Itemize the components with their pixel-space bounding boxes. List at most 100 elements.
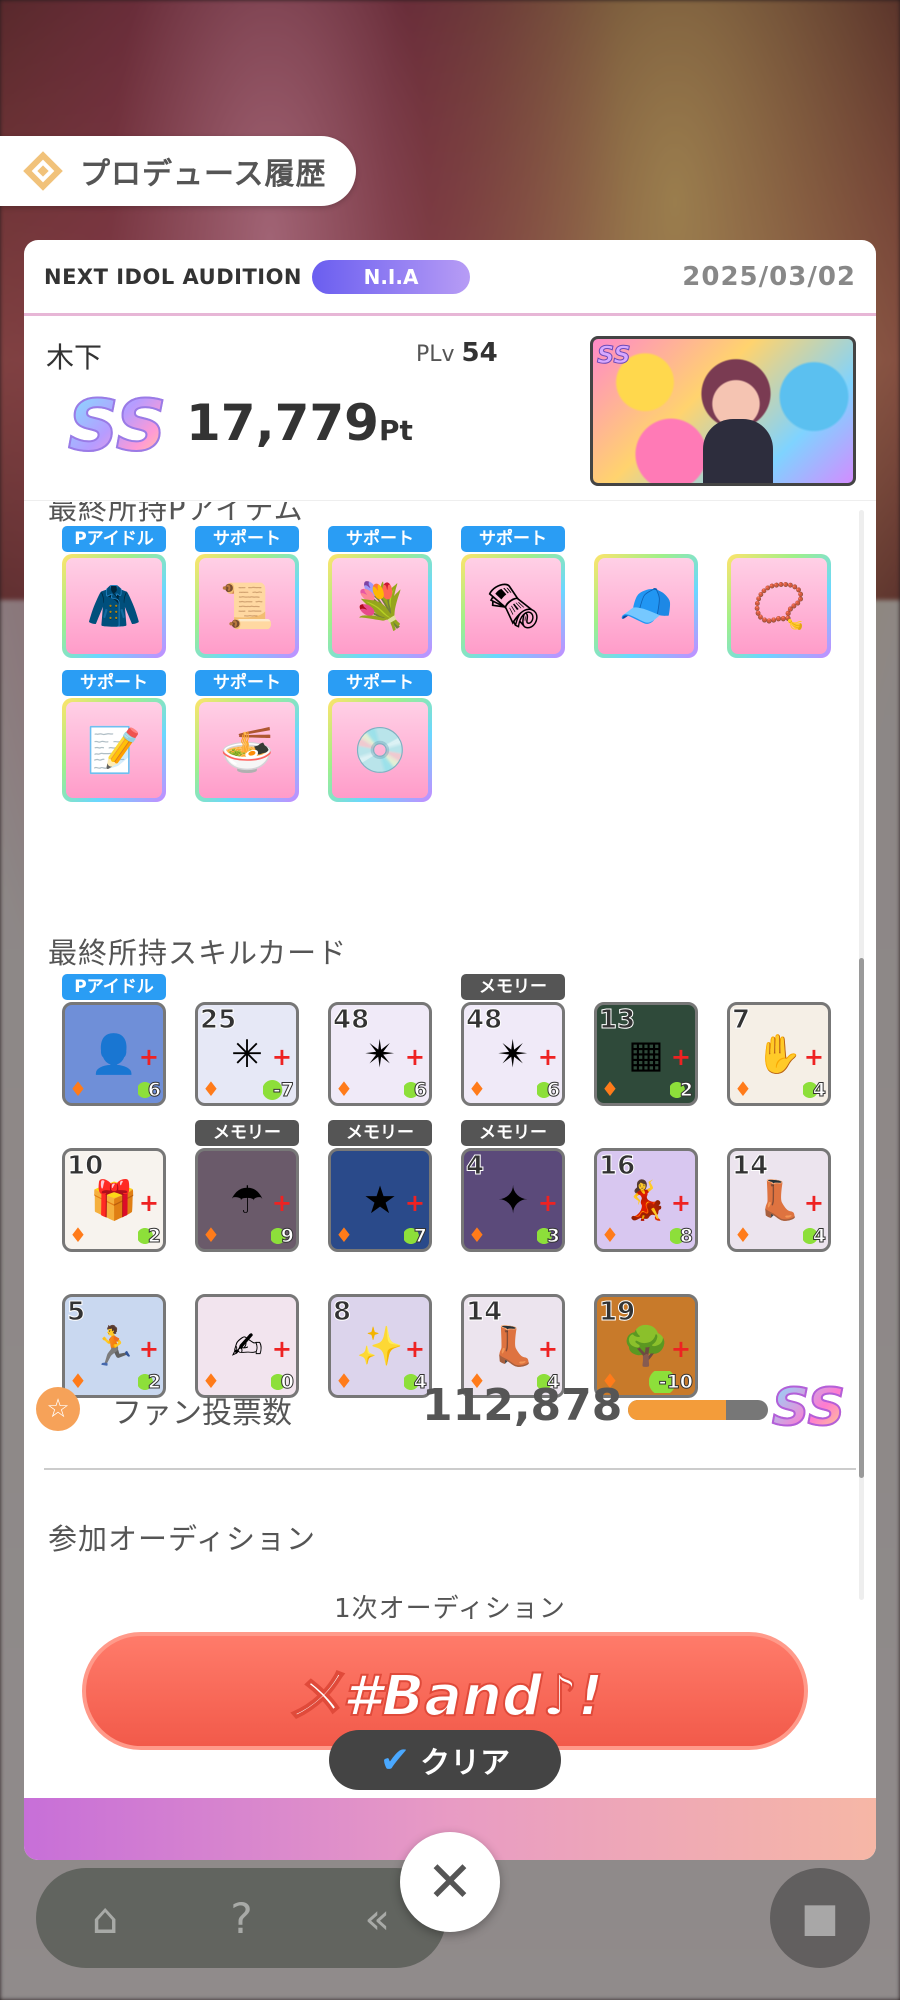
- scrollbar-thumb[interactable]: [859, 958, 864, 1478]
- skill-card-art: 👤: [90, 1031, 138, 1076]
- check-icon: ✔: [379, 1739, 411, 1781]
- enhanced-plus-icon: +: [670, 1043, 691, 1071]
- fan-votes-bar-fill: [628, 1400, 726, 1420]
- enhanced-plus-icon: +: [537, 1335, 558, 1363]
- fire-icon: ♦: [335, 1223, 353, 1247]
- skill-card-art: ✴: [364, 1032, 396, 1076]
- ramen-ticket-icon: 🍜: [199, 702, 295, 798]
- card-tag: メモリー: [195, 1120, 299, 1146]
- jacket-icon: 🧥: [66, 558, 162, 654]
- skill-card: ✴ 48 + ♦ 6: [328, 1002, 432, 1106]
- skill-card: ✳ 25 + ♦ -7: [195, 1002, 299, 1106]
- card-cost: 48: [465, 1005, 503, 1036]
- p-item-slot[interactable]: 🧢: [594, 554, 698, 658]
- item-frame: 📿: [727, 554, 831, 658]
- card-cost: 14: [465, 1297, 503, 1328]
- fan-votes-value: 112,878: [422, 1380, 623, 1431]
- p-item-slot[interactable]: サポート 🍜: [195, 670, 299, 802]
- skill-card-slot[interactable]: メモリー ★ + ♦ 7: [328, 1120, 432, 1252]
- card-cost: 14: [731, 1151, 769, 1182]
- skill-card-slot[interactable]: ✴ 48 + ♦ 6: [328, 1002, 432, 1106]
- skill-card-slot[interactable]: ✳ 25 + ♦ -7: [195, 1002, 299, 1106]
- p-item-slot[interactable]: サポート 🗞: [461, 526, 565, 658]
- idol-thumbnail[interactable]: SS: [590, 336, 856, 486]
- enhanced-plus-icon: +: [537, 1043, 558, 1071]
- enhanced-plus-icon: +: [803, 1189, 824, 1217]
- fire-icon: ♦: [69, 1077, 87, 1101]
- p-item-slot[interactable]: Pアイドル 🧥: [62, 526, 166, 658]
- item-frame: 🍜: [195, 698, 299, 802]
- bottom-nav: ⌂ ? «: [36, 1868, 446, 1968]
- nia-cap-icon: 🧢: [598, 558, 694, 654]
- fan-votes-bar: [628, 1400, 768, 1420]
- skill-card-art: 🎁: [90, 1177, 138, 1222]
- card-stamina: -7: [262, 1079, 295, 1102]
- card-cost: 48: [332, 1005, 370, 1036]
- card-stamina: 6: [403, 1079, 428, 1102]
- skill-card-art: ▦: [628, 1032, 664, 1076]
- clear-status-badge: ✔ クリア: [329, 1730, 561, 1790]
- item-frame: 📝: [62, 698, 166, 802]
- item-frame: 💐: [328, 554, 432, 658]
- diamond-emblem-icon: [23, 151, 63, 191]
- skill-card: 👢 14 + ♦ 4: [727, 1148, 831, 1252]
- home-icon[interactable]: ⌂: [92, 1894, 119, 1943]
- skill-card-art: ✦: [497, 1178, 529, 1222]
- fire-icon: ♦: [335, 1077, 353, 1101]
- p-item-slot[interactable]: サポート 📜: [195, 526, 299, 658]
- skill-card: 👤 + ♦ 6: [62, 1002, 166, 1106]
- skill-card-slot[interactable]: メモリー ✴ 48 + ♦ 6: [461, 974, 565, 1106]
- score: 17,779Pt: [186, 394, 413, 452]
- skill-card-slot[interactable]: メモリー ✦ 4 + ♦ 3: [461, 1120, 565, 1252]
- card-stamina: 6: [536, 1079, 561, 1102]
- result-summary: 木下 PLv 54 SS 17,779Pt SS: [24, 316, 876, 501]
- skill-card-slot[interactable]: ▦ 13 + ♦ 2: [594, 1002, 698, 1106]
- certificate-icon: 📜: [199, 558, 295, 654]
- audition-badge: N.I.A: [312, 259, 471, 294]
- p-item-slot[interactable]: 📿: [727, 554, 831, 658]
- help-icon[interactable]: ?: [230, 1894, 252, 1943]
- item-frame: 📜: [195, 554, 299, 658]
- fire-icon: ♦: [468, 1077, 486, 1101]
- rank-badge: SS: [67, 385, 174, 467]
- item-tag: サポート: [328, 670, 432, 696]
- bracelet-icon: 📿: [731, 558, 827, 654]
- card-cost: 19: [598, 1297, 636, 1328]
- skill-card-slot[interactable]: ✋ 7 + ♦ 4: [727, 1002, 831, 1106]
- card-tag: メモリー: [328, 1120, 432, 1146]
- p-item-slot[interactable]: サポート 📝: [62, 670, 166, 802]
- close-icon: ✕: [426, 1849, 474, 1915]
- card-stamina: 8: [669, 1225, 694, 1248]
- menu-icon[interactable]: ■: [770, 1868, 870, 1968]
- fire-icon: ♦: [202, 1223, 220, 1247]
- history-scroll-area[interactable]: 最終所持Pアイテム Pアイドル 🧥 サポート 📜 サポート 💐 サポート 🗞 🧢 📿 サポート 📝 サポ…: [24, 502, 876, 1860]
- skill-card: ☂ + ♦ 9: [195, 1148, 299, 1252]
- item-tag: サポート: [461, 526, 565, 552]
- skills-section-title: 最終所持スキルカード: [48, 936, 348, 970]
- card-tag: メモリー: [461, 974, 565, 1000]
- enhanced-plus-icon: +: [404, 1189, 425, 1217]
- card-stamina: 4: [802, 1225, 827, 1248]
- skip-back-icon[interactable]: «: [364, 1894, 390, 1943]
- skill-card-slot[interactable]: メモリー ☂ + ♦ 9: [195, 1120, 299, 1252]
- fire-icon: ♦: [468, 1223, 486, 1247]
- p-item-slot[interactable]: サポート 💐: [328, 526, 432, 658]
- skill-card-slot[interactable]: 💃 16 + ♦ 8: [594, 1148, 698, 1252]
- fire-icon: ♦: [734, 1077, 752, 1101]
- skill-card-slot[interactable]: 🎁 10 + ♦ 2: [62, 1148, 166, 1252]
- notepad-icon: 📝: [66, 702, 162, 798]
- producer-level: PLv 54: [416, 338, 498, 368]
- skill-card-art: ✋: [755, 1031, 803, 1076]
- skill-card-art: 👢: [489, 1323, 537, 1368]
- fan-rank-badge: SS: [771, 1377, 846, 1439]
- skill-card-slot[interactable]: 👢 14 + ♦ 4: [727, 1148, 831, 1252]
- item-grid: Pアイドル 🧥 サポート 📜 サポート 💐 サポート 🗞 🧢 📿 サポート 📝 サポート 🍜 サポート 💿: [62, 526, 831, 802]
- skill-card: ✴ 48 + ♦ 6: [461, 1002, 565, 1106]
- close-button[interactable]: ✕: [400, 1832, 500, 1932]
- skill-card-slot[interactable]: Pアイドル 👤 + ♦ 6: [62, 974, 166, 1106]
- item-tag: Pアイドル: [62, 526, 166, 552]
- p-item-slot[interactable]: サポート 💿: [328, 670, 432, 802]
- audition-date: 2025/03/02: [682, 261, 856, 292]
- skill-card: ▦ 13 + ♦ 2: [594, 1002, 698, 1106]
- thumbnail-rank: SS: [597, 341, 632, 370]
